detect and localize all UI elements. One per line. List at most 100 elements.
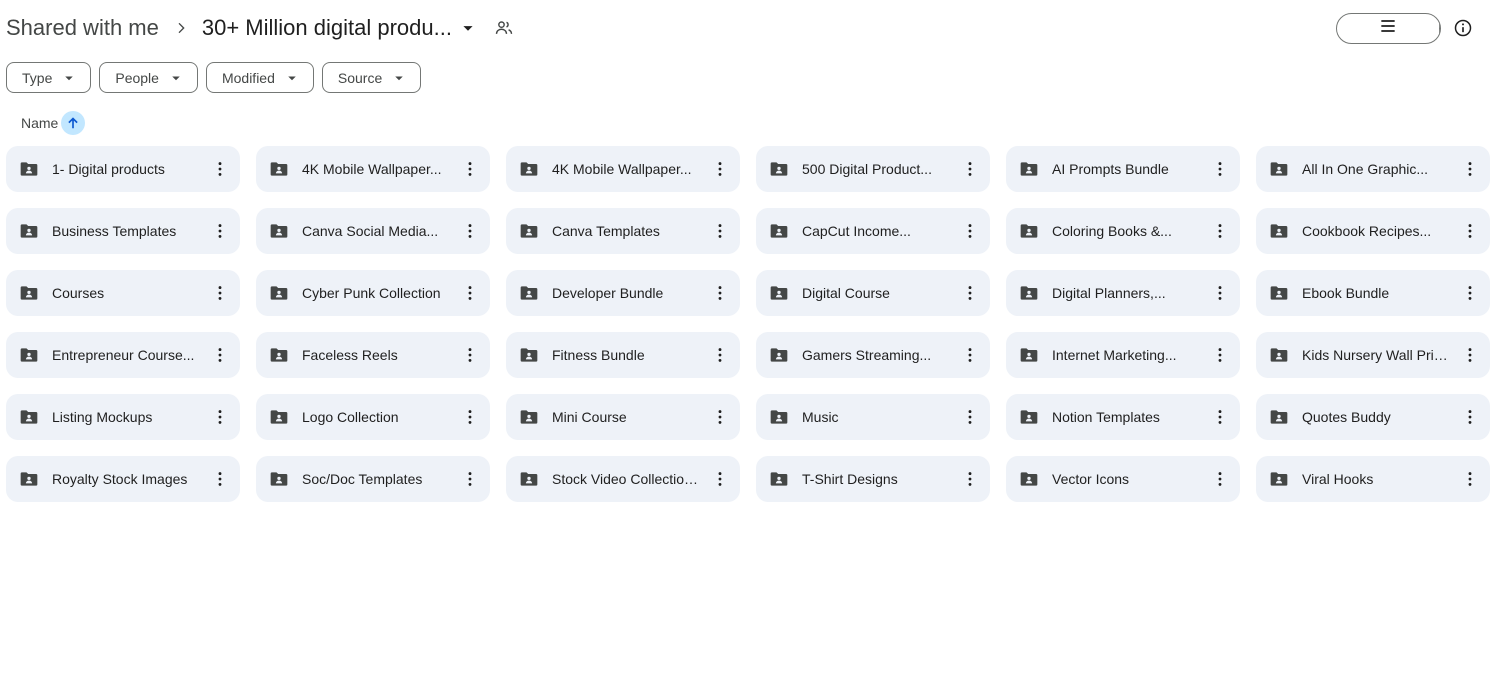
shared-folder-icon: [1019, 469, 1039, 489]
caret-down-icon: [390, 69, 408, 87]
more-vert-icon[interactable]: [458, 157, 482, 181]
more-vert-icon[interactable]: [708, 281, 732, 305]
more-vert-icon[interactable]: [708, 157, 732, 181]
more-vert-icon[interactable]: [1208, 219, 1232, 243]
more-vert-icon[interactable]: [458, 467, 482, 491]
folder-card[interactable]: Viral Hooks: [1256, 456, 1490, 502]
filter-modified[interactable]: Modified: [205, 62, 314, 93]
more-vert-icon[interactable]: [208, 467, 232, 491]
folder-card[interactable]: Business Templates: [6, 208, 240, 254]
folder-card[interactable]: Canva Social Media...: [256, 208, 490, 254]
folder-card[interactable]: Royalty Stock Images: [6, 456, 240, 502]
folder-name: Digital Course: [802, 285, 890, 301]
more-vert-icon[interactable]: [458, 405, 482, 429]
folder-card[interactable]: Kids Nursery Wall Prints: [1256, 332, 1490, 378]
more-vert-icon[interactable]: [1208, 343, 1232, 367]
more-vert-icon[interactable]: [1458, 281, 1482, 305]
folder-name: Viral Hooks: [1302, 471, 1374, 487]
folder-card[interactable]: 4K Mobile Wallpaper...: [506, 146, 740, 192]
folder-card[interactable]: T-Shirt Designs: [756, 456, 990, 502]
more-vert-icon[interactable]: [958, 343, 982, 367]
folder-card[interactable]: Cyber Punk Collection: [256, 270, 490, 316]
shared-folder-icon: [19, 221, 39, 241]
folder-card[interactable]: Logo Collection: [256, 394, 490, 440]
filter-type[interactable]: Type: [6, 62, 92, 93]
breadcrumb-current-folder[interactable]: 30+ Million digital produ...: [202, 10, 480, 46]
folder-card[interactable]: Cookbook Recipes...: [1256, 208, 1490, 254]
folder-card[interactable]: Gamers Streaming...: [756, 332, 990, 378]
more-vert-icon[interactable]: [708, 467, 732, 491]
more-vert-icon[interactable]: [458, 281, 482, 305]
view-toggle: [1336, 13, 1441, 44]
more-vert-icon[interactable]: [1458, 219, 1482, 243]
folder-card[interactable]: 4K Mobile Wallpaper...: [256, 146, 490, 192]
folder-card[interactable]: Music: [756, 394, 990, 440]
more-vert-icon[interactable]: [208, 157, 232, 181]
folder-card[interactable]: Fitness Bundle: [506, 332, 740, 378]
folder-card[interactable]: Internet Marketing...: [1006, 332, 1240, 378]
filter-people[interactable]: People: [99, 62, 198, 93]
folder-card[interactable]: 1- Digital products: [6, 146, 240, 192]
folder-card[interactable]: Digital Planners,...: [1006, 270, 1240, 316]
shared-folder-icon: [269, 159, 289, 179]
folder-card[interactable]: Listing Mockups: [6, 394, 240, 440]
folder-card[interactable]: AI Prompts Bundle: [1006, 146, 1240, 192]
more-vert-icon[interactable]: [958, 281, 982, 305]
more-vert-icon[interactable]: [458, 343, 482, 367]
more-vert-icon[interactable]: [1458, 343, 1482, 367]
more-vert-icon[interactable]: [1208, 157, 1232, 181]
list-view-button[interactable]: [1337, 14, 1440, 43]
more-vert-icon[interactable]: [958, 219, 982, 243]
more-vert-icon[interactable]: [208, 405, 232, 429]
folder-card[interactable]: Canva Templates: [506, 208, 740, 254]
shared-folder-icon: [1269, 159, 1289, 179]
folder-name: Music: [802, 409, 839, 425]
folder-card[interactable]: Entrepreneur Course...: [6, 332, 240, 378]
folder-card[interactable]: Vector Icons: [1006, 456, 1240, 502]
folder-name: All In One Graphic...: [1302, 161, 1429, 177]
shared-folder-icon: [1019, 345, 1039, 365]
folder-name: Business Templates: [52, 223, 177, 239]
more-vert-icon[interactable]: [1208, 405, 1232, 429]
arrow-up-icon[interactable]: [61, 111, 86, 135]
folder-card[interactable]: All In One Graphic...: [1256, 146, 1490, 192]
sort-by-name[interactable]: Name: [21, 111, 86, 135]
folder-card[interactable]: Soc/Doc Templates: [256, 456, 490, 502]
more-vert-icon[interactable]: [958, 405, 982, 429]
more-vert-icon[interactable]: [958, 157, 982, 181]
more-vert-icon[interactable]: [1208, 281, 1232, 305]
folder-card[interactable]: 500 Digital Product...: [756, 146, 990, 192]
more-vert-icon[interactable]: [1458, 467, 1482, 491]
more-vert-icon[interactable]: [708, 405, 732, 429]
filter-source[interactable]: Source: [321, 62, 422, 93]
more-vert-icon[interactable]: [208, 219, 232, 243]
breadcrumb-root[interactable]: Shared with me: [6, 10, 159, 46]
folder-card[interactable]: Coloring Books &...: [1006, 208, 1240, 254]
more-vert-icon[interactable]: [208, 343, 232, 367]
folder-card[interactable]: Faceless Reels: [256, 332, 490, 378]
more-vert-icon[interactable]: [458, 219, 482, 243]
people-icon[interactable]: [490, 14, 518, 42]
more-vert-icon[interactable]: [1458, 157, 1482, 181]
folder-name: Royalty Stock Images: [52, 471, 188, 487]
folder-card[interactable]: Quotes Buddy: [1256, 394, 1490, 440]
breadcrumb-current-label: 30+ Million digital produ...: [201, 15, 452, 40]
folder-card[interactable]: Developer Bundle: [506, 270, 740, 316]
folder-card[interactable]: Notion Templates: [1006, 394, 1240, 440]
folder-name: Vector Icons: [1052, 471, 1130, 487]
more-vert-icon[interactable]: [958, 467, 982, 491]
more-vert-icon[interactable]: [208, 281, 232, 305]
more-vert-icon[interactable]: [708, 343, 732, 367]
folder-card[interactable]: Mini Course: [506, 394, 740, 440]
more-vert-icon[interactable]: [1208, 467, 1232, 491]
folder-card[interactable]: Ebook Bundle: [1256, 270, 1490, 316]
info-icon[interactable]: [1450, 15, 1476, 41]
more-vert-icon[interactable]: [708, 219, 732, 243]
folder-card[interactable]: Digital Course: [756, 270, 990, 316]
folder-name: 4K Mobile Wallpaper...: [552, 161, 692, 177]
folder-card[interactable]: CapCut Income...: [756, 208, 990, 254]
more-vert-icon[interactable]: [1458, 405, 1482, 429]
folder-card[interactable]: Courses: [6, 270, 240, 316]
folder-card[interactable]: Stock Video Collection...: [506, 456, 740, 502]
sort-label: Name: [21, 115, 59, 131]
